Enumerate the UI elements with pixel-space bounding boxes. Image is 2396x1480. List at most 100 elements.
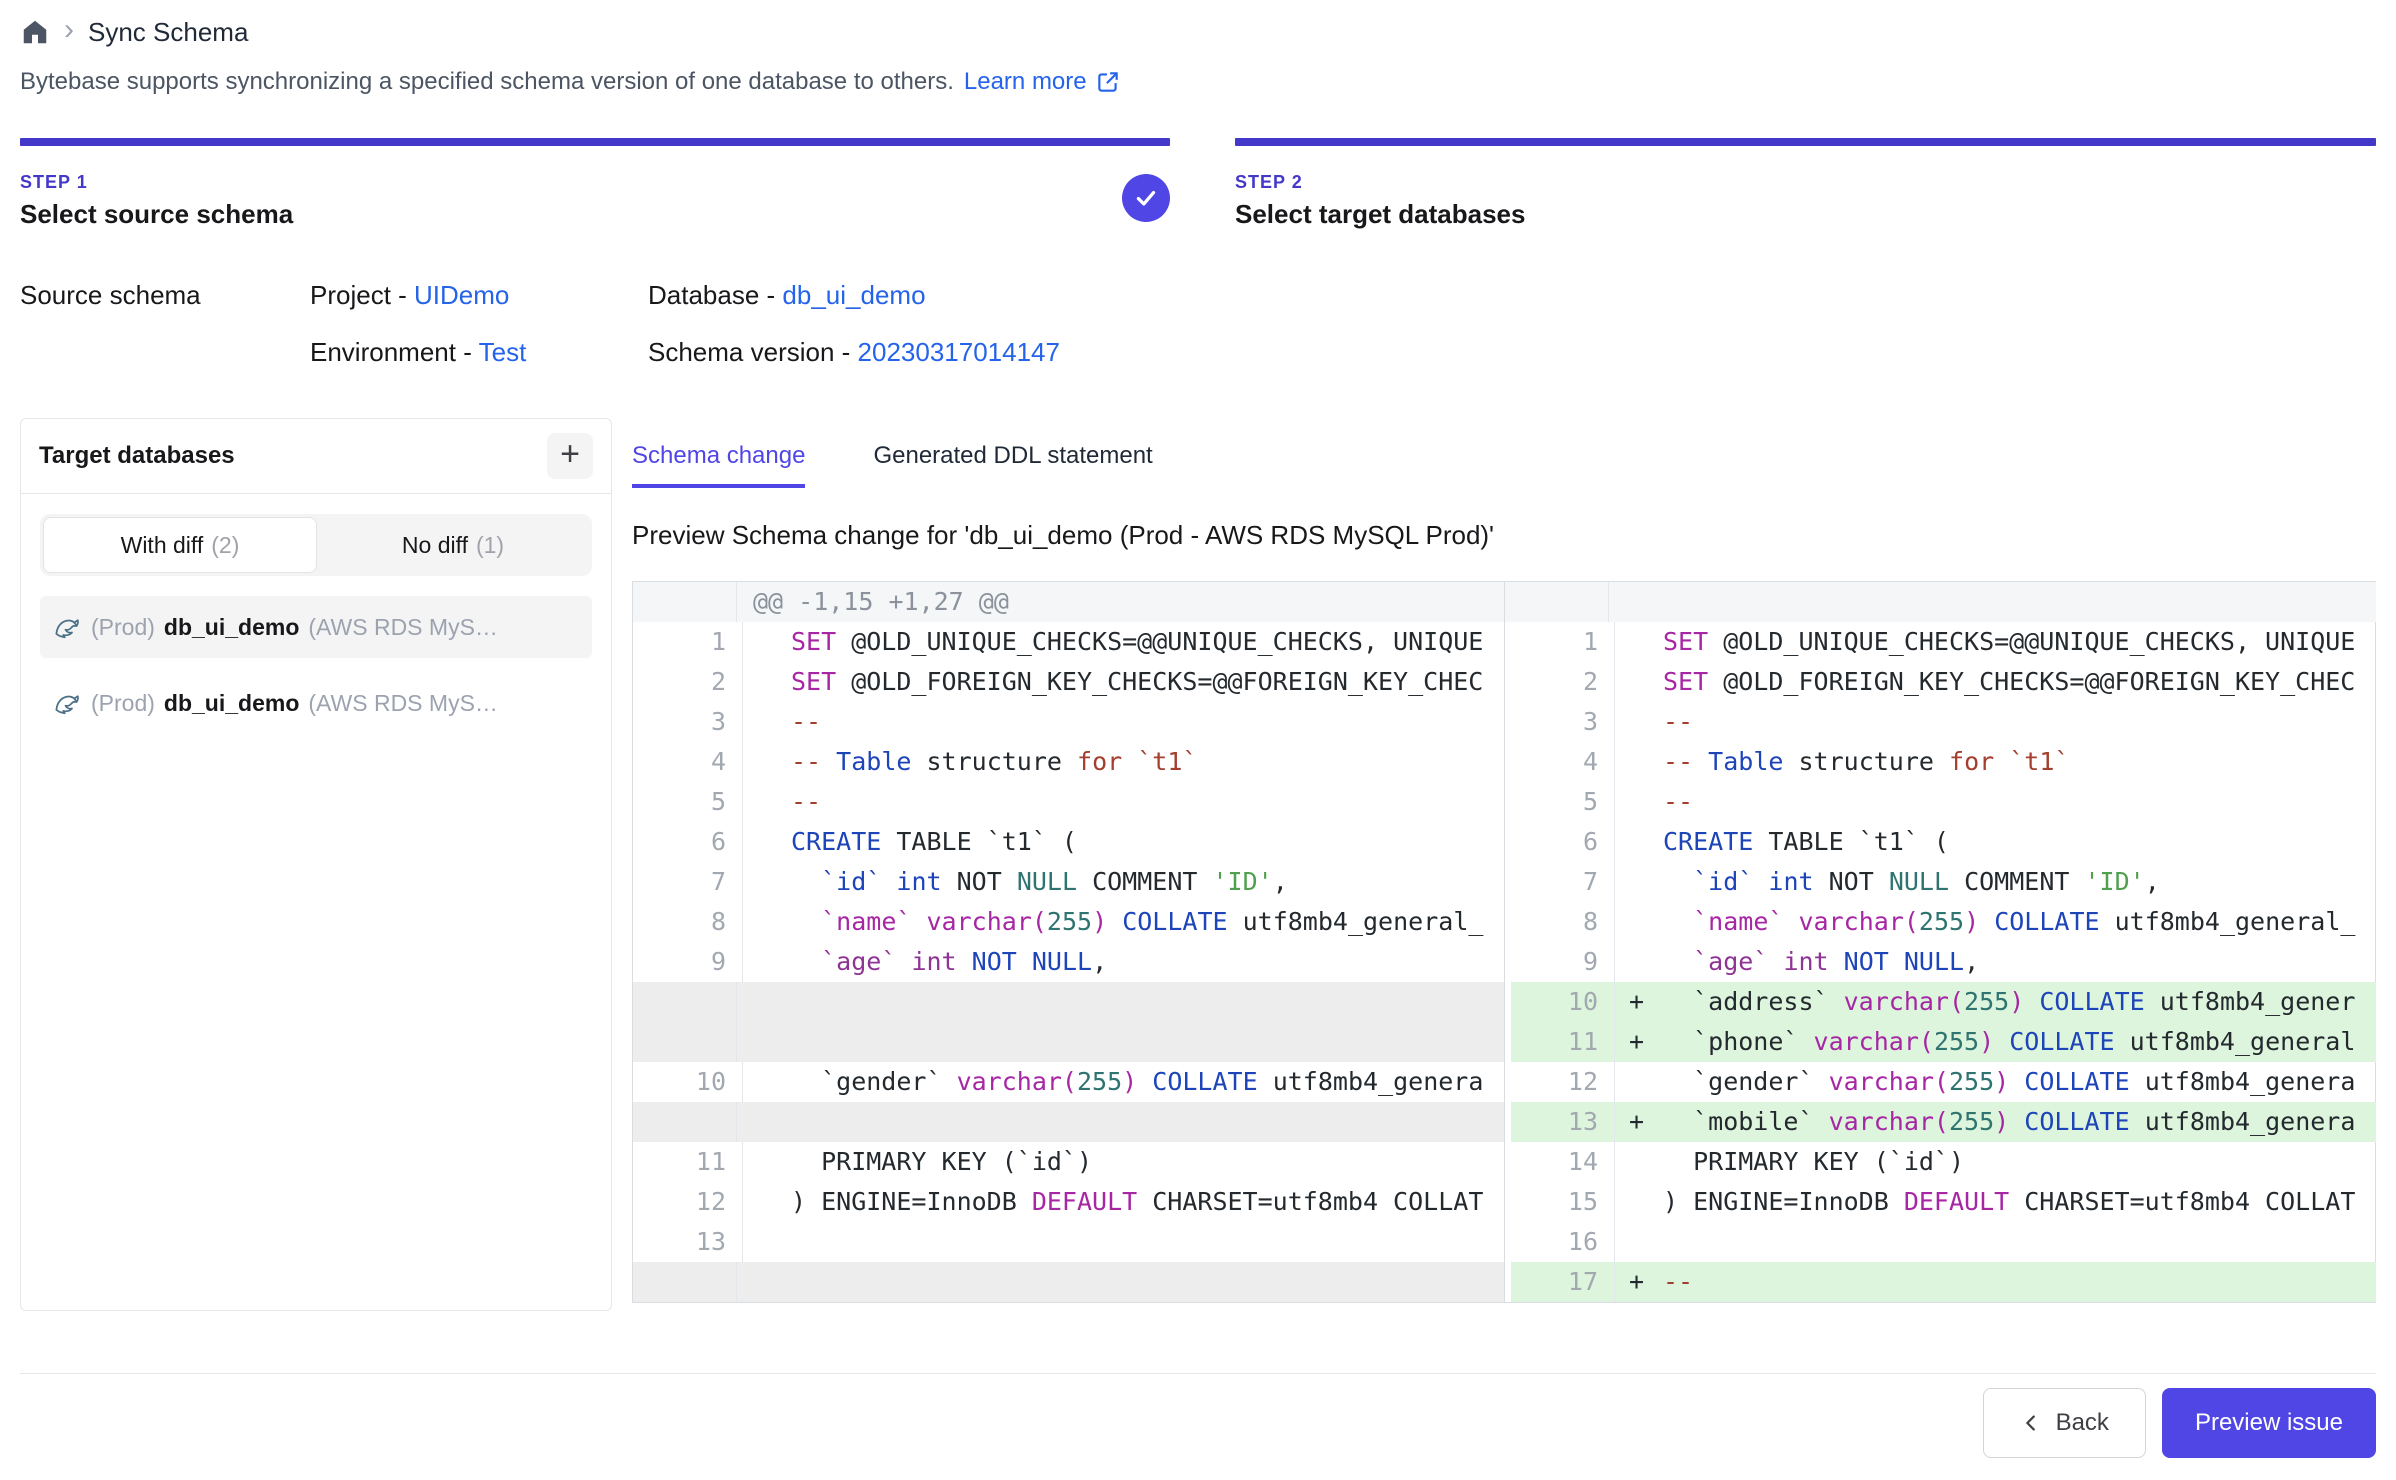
- main-content: Target databases + With diff (2) No diff…: [20, 418, 2376, 1311]
- database-link[interactable]: db_ui_demo: [782, 280, 925, 310]
- code-line: --: [743, 782, 1504, 822]
- code-line: --: [1615, 702, 2376, 742]
- step-1-title: Select source schema: [20, 199, 1170, 230]
- diff-code-row: 8 `name` varchar(255) COLLATE utf8mb4_ge…: [633, 902, 1504, 942]
- diff-code-row: 11 PRIMARY KEY (`id`): [633, 1142, 1504, 1182]
- code-line: + `mobile` varchar(255) COLLATE utf8mb4_…: [1615, 1102, 2376, 1142]
- line-number: 9: [639, 942, 743, 982]
- diff-filler-row: [633, 1102, 1504, 1142]
- line-number: [633, 1022, 737, 1062]
- line-number: 6: [639, 822, 743, 862]
- diff-code-row: 5--: [1505, 782, 2376, 822]
- back-button[interactable]: Back: [1983, 1388, 2146, 1458]
- line-number: 11: [639, 1142, 743, 1182]
- step-1-progress-bar: [20, 138, 1170, 146]
- database-list-item[interactable]: (Prod) db_ui_demo (AWS RDS MyS…: [40, 672, 592, 734]
- diff-code-row: 14 PRIMARY KEY (`id`): [1505, 1142, 2376, 1182]
- tab-with-diff[interactable]: With diff (2): [43, 517, 317, 573]
- database-field: Database - db_ui_demo: [648, 280, 1060, 311]
- line-number: 3: [1511, 702, 1615, 742]
- source-schema-label: Source schema: [20, 280, 310, 368]
- database-list-item[interactable]: (Prod) db_ui_demo (AWS RDS MyS…: [40, 596, 592, 658]
- line-number: [633, 982, 737, 1022]
- line-number: 4: [639, 742, 743, 782]
- separator: -: [391, 280, 414, 310]
- project-link[interactable]: UIDemo: [414, 280, 509, 310]
- step-2: STEP 2 Select target databases: [1235, 138, 2376, 230]
- diff-code-row: 8 `name` varchar(255) COLLATE utf8mb4_ge…: [1505, 902, 2376, 942]
- code-line: + `address` varchar(255) COLLATE utf8mb4…: [1615, 982, 2376, 1022]
- db-environment: (Prod): [91, 690, 155, 717]
- line-number: 1: [1511, 622, 1615, 662]
- add-target-database-button[interactable]: +: [547, 433, 593, 479]
- line-number: 8: [1511, 902, 1615, 942]
- diff-filler-row: [633, 1262, 1504, 1302]
- diff-code-row: 13+ `mobile` varchar(255) COLLATE utf8mb…: [1505, 1102, 2376, 1142]
- environment-field-name: Environment: [310, 337, 456, 367]
- diff-code-row: 7 `id` int NOT NULL COMMENT 'ID',: [633, 862, 1504, 902]
- project-field-name: Project: [310, 280, 391, 310]
- code-line: CREATE TABLE `t1` (: [1615, 822, 2376, 862]
- target-databases-header: Target databases +: [21, 419, 611, 494]
- tab-generated-ddl[interactable]: Generated DDL statement: [873, 442, 1152, 488]
- code-line: `gender` varchar(255) COLLATE utf8mb4_ge…: [743, 1062, 1504, 1102]
- diff-code-row: 17+--: [1505, 1262, 2376, 1302]
- diff-right-pane: 1SET @OLD_UNIQUE_CHECKS=@@UNIQUE_CHECKS,…: [1504, 582, 2376, 1302]
- line-number: 5: [639, 782, 743, 822]
- hunk-header-text: @@ -1,15 +1,27 @@: [737, 582, 1504, 622]
- code-line: `id` int NOT NULL COMMENT 'ID',: [1615, 862, 2376, 902]
- line-number: 5: [1511, 782, 1615, 822]
- db-instance: (AWS RDS MyS…: [308, 690, 498, 717]
- code-line: [737, 1262, 1504, 1302]
- mysql-icon: [52, 612, 82, 642]
- code-line: SET @OLD_UNIQUE_CHECKS=@@UNIQUE_CHECKS, …: [743, 622, 1504, 662]
- line-number: 6: [1511, 822, 1615, 862]
- diff-code-row: 12 `gender` varchar(255) COLLATE utf8mb4…: [1505, 1062, 2376, 1102]
- chevron-left-icon: [2020, 1412, 2042, 1434]
- diff-add-marker: +: [1621, 982, 1663, 1022]
- learn-more-label: Learn more: [964, 68, 1087, 96]
- environment-link[interactable]: Test: [479, 337, 527, 367]
- code-line: [737, 1102, 1504, 1142]
- breadcrumb: › Sync Schema: [20, 12, 2376, 52]
- diff-add-marker: +: [1621, 1102, 1663, 1142]
- db-instance: (AWS RDS MyS…: [308, 614, 498, 641]
- line-number: [633, 582, 737, 622]
- learn-more-link[interactable]: Learn more: [964, 68, 1121, 96]
- target-databases-panel: Target databases + With diff (2) No diff…: [20, 418, 612, 1311]
- line-number: [633, 1262, 737, 1302]
- check-icon: [1133, 185, 1159, 211]
- tab-schema-change[interactable]: Schema change: [632, 442, 805, 488]
- target-database-list: (Prod) db_ui_demo (AWS RDS MyS… (Prod) d…: [21, 590, 611, 740]
- diff-code-row: 6CREATE TABLE `t1` (: [633, 822, 1504, 862]
- diff-hunk-header-row: [1505, 582, 2376, 622]
- schema-version-link[interactable]: 20230317014147: [858, 337, 1060, 367]
- external-link-icon: [1095, 69, 1121, 95]
- page-title: Sync Schema: [88, 17, 248, 48]
- sync-schema-page: › Sync Schema Bytebase supports synchron…: [0, 0, 2396, 1480]
- hunk-header-text: [1609, 582, 2376, 622]
- tab-no-diff-count: (1): [476, 532, 504, 559]
- line-number: 2: [639, 662, 743, 702]
- step-2-label: STEP 2: [1235, 172, 2376, 193]
- home-icon[interactable]: [20, 17, 50, 47]
- line-number: 13: [1511, 1102, 1615, 1142]
- code-line: `id` int NOT NULL COMMENT 'ID',: [743, 862, 1504, 902]
- mysql-icon: [52, 688, 82, 718]
- line-number: 14: [1511, 1142, 1615, 1182]
- tab-no-diff[interactable]: No diff (1): [317, 517, 589, 573]
- code-line: PRIMARY KEY (`id`): [1615, 1142, 2376, 1182]
- diff-code-row: 4-- Table structure for `t1`: [1505, 742, 2376, 782]
- code-line: SET @OLD_FOREIGN_KEY_CHECKS=@@FOREIGN_KE…: [1615, 662, 2376, 702]
- step-1: STEP 1 Select source schema: [20, 138, 1170, 230]
- preview-issue-button[interactable]: Preview issue: [2162, 1388, 2376, 1458]
- tab-no-diff-label: No diff: [402, 532, 468, 559]
- footer-divider: [20, 1373, 2376, 1374]
- line-number: 11: [1511, 1022, 1615, 1062]
- code-line: -- Table structure for `t1`: [1615, 742, 2376, 782]
- environment-field: Environment - Test: [310, 337, 648, 368]
- code-line: ) ENGINE=InnoDB DEFAULT CHARSET=utf8mb4 …: [1615, 1182, 2376, 1222]
- diff-code-row: 12) ENGINE=InnoDB DEFAULT CHARSET=utf8mb…: [633, 1182, 1504, 1222]
- separator: -: [759, 280, 782, 310]
- line-number: 10: [1511, 982, 1615, 1022]
